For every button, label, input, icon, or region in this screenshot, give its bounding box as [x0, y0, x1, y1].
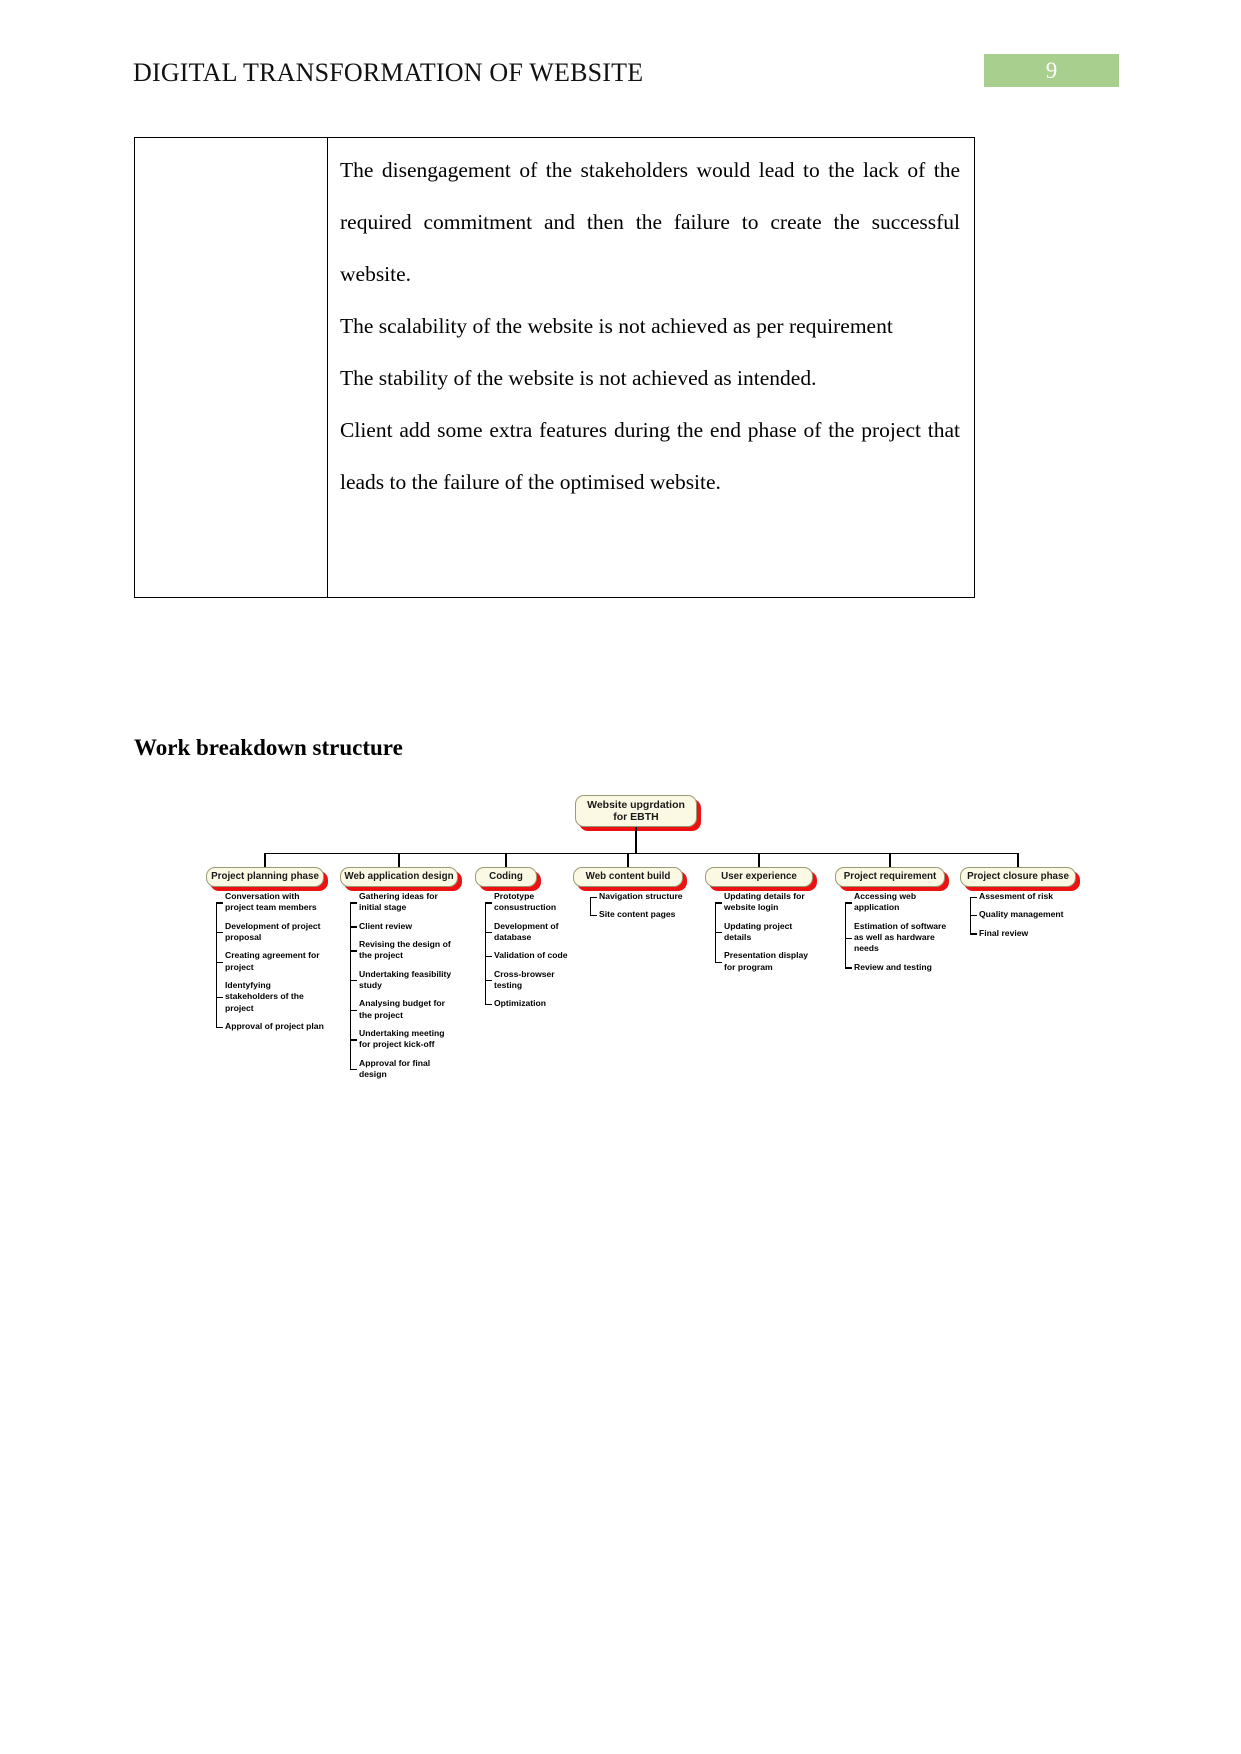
wbs-phase-node-7: Project closure phase: [960, 867, 1076, 887]
wbs-sublist-6: Accessing web application Estimation of s…: [845, 891, 955, 980]
wbs-sub-item: Creating agreement for project: [216, 950, 324, 973]
page-header: DIGITAL TRANSFORMATION OF WEBSITE 9: [0, 54, 1241, 106]
wbs-root-node: Website upgrdation for EBTH: [575, 795, 697, 827]
wbs-sub-item: Quality management: [970, 909, 1082, 920]
wbs-sublist-4: Navigation structure Site content pages: [590, 891, 700, 928]
table-cell-right-text: The disengagement of the stakeholders wo…: [328, 138, 974, 597]
wbs-sub-item: Approval of project plan: [216, 1021, 324, 1032]
wbs-sub-item: Approval for final design: [350, 1058, 458, 1081]
wbs-sub-item: Assesment of risk: [970, 891, 1082, 902]
wbs-sublist-1: Conversation with project team members De…: [216, 891, 324, 1039]
wbs-sub-item: Final review: [970, 928, 1082, 939]
wbs-sub-item: Review and testing: [845, 962, 955, 973]
work-breakdown-structure-diagram: Website upgrdation for EBTH Project plan…: [180, 795, 1120, 1079]
table-paragraph-1: The disengagement of the stakeholders wo…: [340, 158, 960, 286]
wbs-sub-item: Accessing web application: [845, 891, 955, 914]
wbs-sub-item: Development of project proposal: [216, 921, 324, 944]
wbs-sub-item: Updating details for website login: [715, 891, 819, 914]
wbs-drop-line: [505, 853, 507, 867]
table-paragraph-2: The scalability of the website is not ac…: [340, 314, 893, 338]
wbs-sub-item: Validation of code: [485, 950, 585, 961]
wbs-phase-node-4: Web content build: [573, 867, 683, 887]
wbs-drop-line: [398, 853, 400, 867]
wbs-sub-item: Navigation structure: [590, 891, 700, 902]
wbs-sub-item: Undertaking meeting for project kick-off: [350, 1028, 458, 1051]
wbs-sub-item: Development of database: [485, 921, 585, 944]
wbs-sub-item: Updating project details: [715, 921, 819, 944]
table-paragraph-4: Client add some extra features during th…: [340, 418, 960, 494]
wbs-drop-line: [758, 853, 760, 867]
wbs-phase-node-1: Project planning phase: [206, 867, 324, 887]
wbs-sub-item: Prototype consustruction: [485, 891, 585, 914]
wbs-sub-item: Undertaking feasibility study: [350, 969, 458, 992]
wbs-drop-line: [264, 853, 266, 867]
wbs-sub-item: Revising the design of the project: [350, 939, 458, 962]
document-title: DIGITAL TRANSFORMATION OF WEBSITE: [133, 58, 644, 87]
wbs-sub-item: Gathering ideas for initial stage: [350, 891, 458, 914]
table-paragraph-3: The stability of the website is not achi…: [340, 366, 817, 390]
wbs-sub-item: Site content pages: [590, 909, 700, 920]
wbs-horizontal-bus: [265, 853, 1018, 855]
wbs-sublist-2: Gathering ideas for initial stage Client …: [350, 891, 458, 1087]
wbs-sub-item: Presentation display for program: [715, 950, 819, 973]
wbs-drop-line: [889, 853, 891, 867]
page-title: Work breakdown structure: [134, 735, 403, 760]
wbs-drop-line: [627, 853, 629, 867]
wbs-root-stem: [635, 827, 637, 853]
wbs-sub-item: Analysing budget for the project: [350, 998, 458, 1021]
wbs-sub-item: Client review: [350, 921, 458, 932]
page-number-badge: 9: [984, 54, 1119, 87]
content-table: The disengagement of the stakeholders wo…: [134, 137, 975, 598]
wbs-sub-item: Identyfying stakeholders of the project: [216, 980, 324, 1014]
wbs-sub-item: Conversation with project team members: [216, 891, 324, 914]
wbs-sublist-3: Prototype consustruction Development of d…: [485, 891, 585, 1017]
wbs-sublist-5: Updating details for website login Updati…: [715, 891, 819, 980]
wbs-drop-line: [1017, 853, 1019, 867]
table-cell-left-empty: [135, 138, 328, 597]
wbs-sub-item: Cross-browser testing: [485, 969, 585, 992]
wbs-sublist-7: Assesment of risk Quality management Final…: [970, 891, 1082, 946]
wbs-phase-node-6: Project requirement: [835, 867, 945, 887]
wbs-phase-node-5: User experience: [705, 867, 813, 887]
wbs-sub-item: Estimation of software as well as hardwa…: [845, 921, 955, 955]
wbs-sub-item: Optimization: [485, 998, 585, 1009]
wbs-phase-node-3: Coding: [475, 867, 537, 887]
wbs-phase-node-2: Web application design: [340, 867, 458, 887]
